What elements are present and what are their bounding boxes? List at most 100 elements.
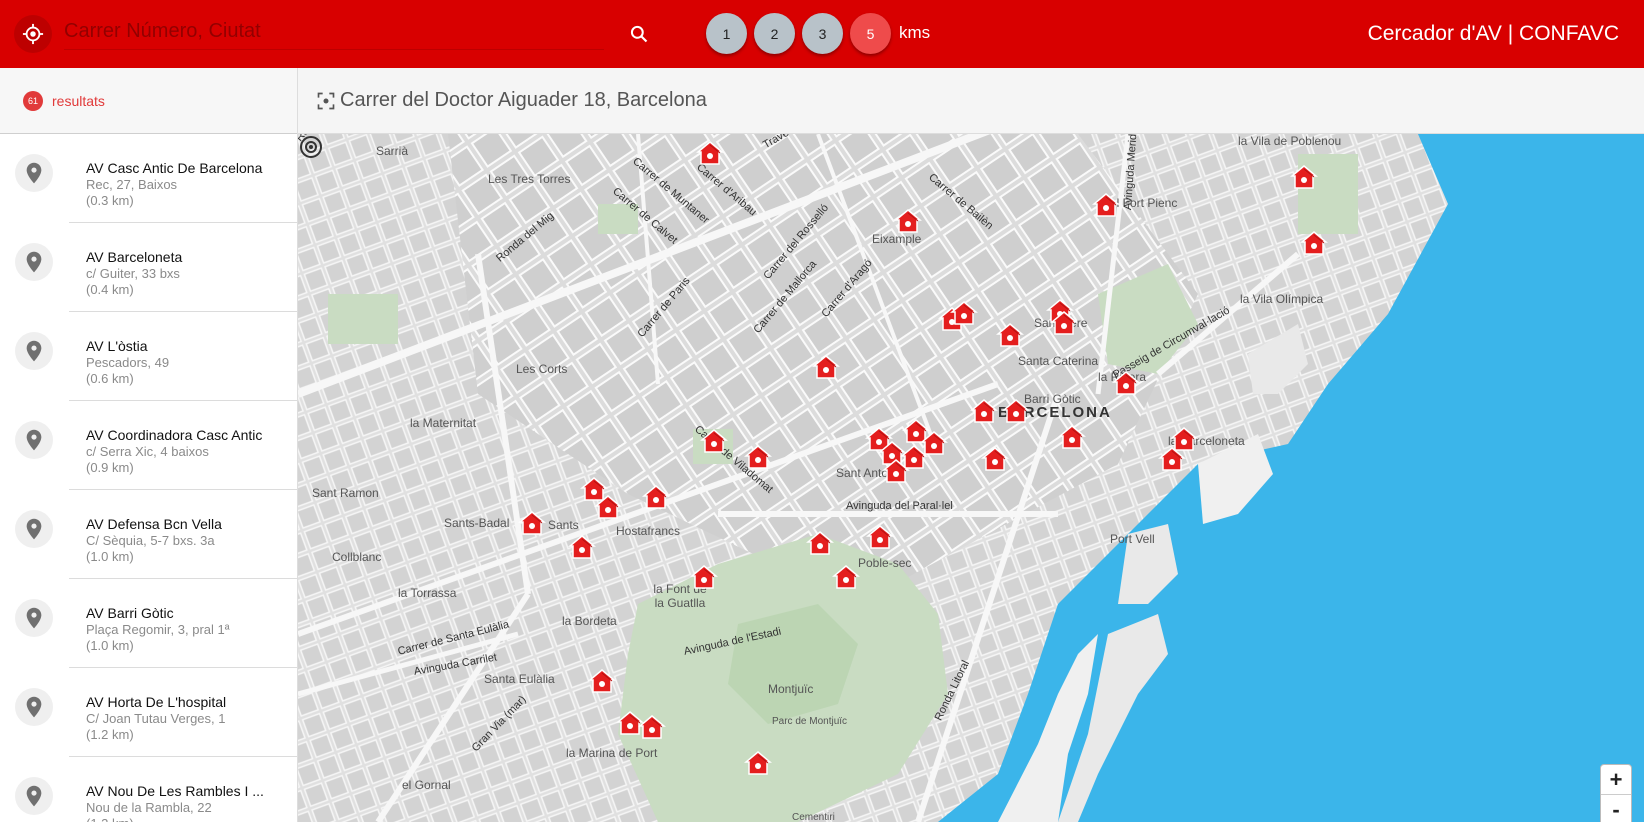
results-sidebar: 61 resultats AV Casc Antic De Barcelona R… <box>0 68 298 822</box>
district-label: la Marina de Port <box>566 746 658 760</box>
district-label: Sarrià <box>376 144 409 158</box>
radius-1km-button[interactable]: 1 <box>706 13 747 54</box>
result-distance: (1.2 km) <box>86 816 289 822</box>
association-marker-icon[interactable] <box>812 354 840 380</box>
association-marker-icon[interactable] <box>894 208 922 234</box>
current-address-bar: Carrer del Doctor Aiguader 18, Barcelona <box>298 68 1644 134</box>
association-marker-icon[interactable] <box>568 534 596 560</box>
association-marker-icon[interactable] <box>744 750 772 776</box>
association-marker-icon[interactable] <box>744 444 772 470</box>
association-marker-icon[interactable] <box>832 564 860 590</box>
result-distance: (0.9 km) <box>86 460 134 475</box>
association-marker-icon[interactable] <box>1300 230 1328 256</box>
locate-me-button[interactable] <box>14 15 52 53</box>
zoom-out-button[interactable]: - <box>1601 795 1631 822</box>
search-button[interactable] <box>626 21 652 47</box>
district-label: la Bordeta <box>562 614 617 628</box>
result-address: Nou de la Rambla, 22 <box>86 800 212 815</box>
result-distance: (1.0 km) <box>86 549 134 564</box>
association-marker-icon[interactable] <box>700 428 728 454</box>
district-label: la Vila de Poblenou <box>1238 134 1342 148</box>
association-marker-icon[interactable] <box>588 668 616 694</box>
result-list-item[interactable]: AV Horta De L'hospital C/ Joan Tutau Verg… <box>0 668 297 757</box>
district-label: Port Vell <box>1110 532 1155 546</box>
location-pin-icon <box>15 510 53 548</box>
association-marker-icon[interactable] <box>642 484 670 510</box>
association-marker-icon[interactable] <box>594 494 622 520</box>
address-search-input[interactable] <box>64 14 604 50</box>
location-pin-icon <box>15 777 53 815</box>
association-marker-icon[interactable] <box>950 300 978 326</box>
results-count-badge: 61 <box>23 90 43 111</box>
location-pin-icon <box>15 154 53 192</box>
result-distance: (0.3 km) <box>86 193 134 208</box>
result-address: c/ Guiter, 33 bxs <box>86 266 180 281</box>
result-address: C/ Joan Tutau Verges, 1 <box>86 711 226 726</box>
result-list-item[interactable]: AV Coordinadora Casc Antic c/ Serra Xic, … <box>0 401 297 490</box>
association-marker-icon[interactable] <box>996 322 1024 348</box>
association-marker-icon[interactable] <box>1170 426 1198 452</box>
association-marker-icon[interactable] <box>690 564 718 590</box>
result-address: c/ Serra Xic, 4 baixos <box>86 444 209 459</box>
location-pin-icon <box>15 421 53 459</box>
location-pin-icon <box>15 599 53 637</box>
district-label: Collblanc <box>332 550 382 564</box>
current-address: Carrer del Doctor Aiguader 18, Barcelona <box>340 89 707 111</box>
crosshair-icon <box>22 23 44 45</box>
top-app-bar: 1 2 3 5 kms Cercador d'AV | CONFAVC <box>0 0 1644 68</box>
association-marker-icon[interactable] <box>1058 424 1086 450</box>
association-marker-icon[interactable] <box>806 530 834 556</box>
result-list-item[interactable]: AV L'òstia Pescadors, 49 (0.6 km) <box>0 312 297 401</box>
district-label: Les Corts <box>516 362 568 376</box>
map-view[interactable]: Sarrià Les Tres Torres el Fort Pienc la … <box>298 134 1644 822</box>
result-distance: (0.4 km) <box>86 282 134 297</box>
result-name: AV Defensa Bcn Vella <box>86 516 222 532</box>
association-marker-icon[interactable] <box>1290 164 1318 190</box>
association-marker-icon[interactable] <box>638 714 666 740</box>
radius-2km-button[interactable]: 2 <box>754 13 795 54</box>
association-marker-icon[interactable] <box>970 398 998 424</box>
association-marker-icon[interactable] <box>981 446 1009 472</box>
result-name: AV Barceloneta <box>86 249 183 265</box>
association-marker-icon[interactable] <box>866 524 894 550</box>
results-list: AV Casc Antic De Barcelona Rec, 27, Baixo… <box>0 134 297 822</box>
street-label: Avinguda del Paral·lel <box>846 500 953 512</box>
association-marker-icon[interactable] <box>696 140 724 166</box>
result-list-item[interactable]: AV Casc Antic De Barcelona Rec, 27, Baixo… <box>0 134 297 223</box>
district-label: Sants-Badal <box>444 516 510 530</box>
location-pin-icon <box>15 688 53 726</box>
association-marker-icon[interactable] <box>1092 192 1120 218</box>
radius-3km-button[interactable]: 3 <box>802 13 843 54</box>
district-label: Les Tres Torres <box>488 172 571 186</box>
result-address: Rec, 27, Baixos <box>86 177 178 192</box>
district-label: Sant Ramon <box>312 486 379 500</box>
location-pin-icon <box>15 332 53 370</box>
association-marker-icon[interactable] <box>518 510 546 536</box>
zoom-in-button[interactable]: + <box>1601 765 1631 795</box>
result-name: AV L'òstia <box>86 338 148 354</box>
location-pin-icon <box>15 243 53 281</box>
district-label: Eixample <box>872 232 922 246</box>
results-header: 61 resultats <box>0 68 297 134</box>
district-label: Cementiri <box>792 812 835 822</box>
association-marker-icon[interactable] <box>1112 370 1140 396</box>
radius-unit-label: kms <box>899 23 931 42</box>
result-address: Pescadors, 49 <box>86 355 170 370</box>
result-address: C/ Sèquia, 5-7 bxs. 3a <box>86 533 215 548</box>
association-marker-icon[interactable] <box>1002 398 1030 424</box>
result-list-item[interactable]: AV Barri Gòtic Plaça Regomir, 3, pral 1ª(… <box>0 579 297 668</box>
center-focus-icon <box>317 92 335 109</box>
result-list-item[interactable]: AV Barceloneta c/ Guiter, 33 bxs (0.4 km) <box>0 223 297 312</box>
app-title: Cercador d'AV | CONFAVC <box>1367 22 1619 45</box>
result-name: AV Horta De L'hospital <box>86 694 227 710</box>
district-label: Santa Caterina <box>1018 354 1099 368</box>
result-list-item[interactable]: AV Defensa Bcn Vella C/ Sèquia, 5-7 bxs. … <box>0 490 297 579</box>
association-marker-icon[interactable] <box>1050 310 1078 336</box>
result-name: AV Coordinadora Casc Antic <box>86 427 263 443</box>
radius-5km-button[interactable]: 5 <box>850 13 891 54</box>
district-label: Sants <box>548 518 579 532</box>
result-list-item[interactable]: AV Nou De Les Rambles I ... Nou de la Ram… <box>0 757 297 822</box>
result-address: Plaça Regomir, 3, pral 1ª <box>86 622 230 637</box>
result-distance: (1.2 km) <box>86 727 134 742</box>
association-marker-icon[interactable] <box>882 458 910 484</box>
